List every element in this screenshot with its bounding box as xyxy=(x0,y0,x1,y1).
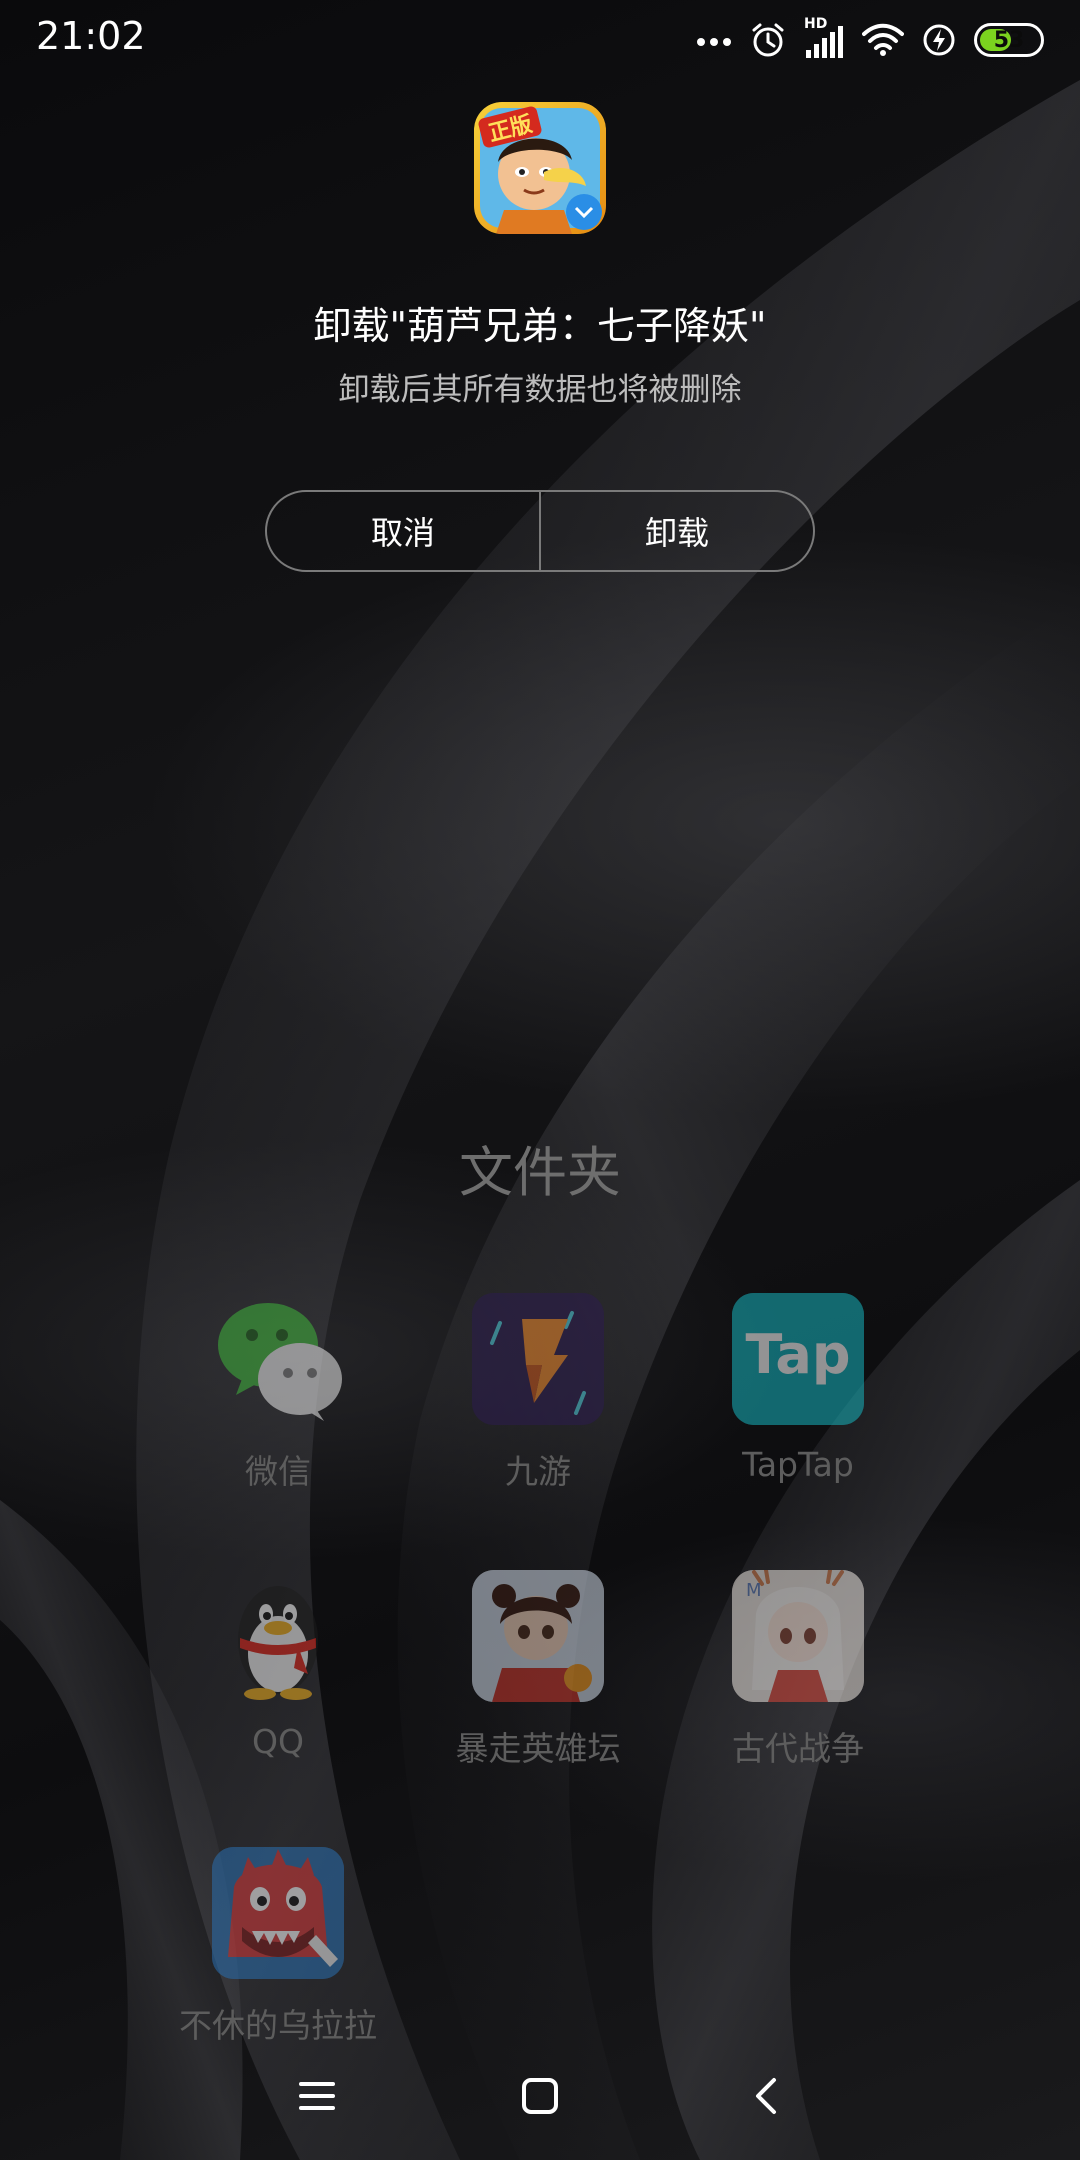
app-wechat[interactable]: 微信 xyxy=(163,1293,393,1493)
app-ancient-war[interactable]: M 古代战争 xyxy=(683,1570,913,1770)
wulala-game-icon xyxy=(212,1847,344,1979)
taptap-icon-text: Tap xyxy=(746,1323,851,1386)
baozou-game-icon xyxy=(472,1570,604,1702)
svg-text:M: M xyxy=(746,1580,762,1601)
cell-signal: HD xyxy=(804,16,844,60)
charging-icon xyxy=(923,24,955,56)
status-icons: HD 53 xyxy=(696,16,1044,62)
menu-icon[interactable] xyxy=(293,2072,341,2120)
cell-signal-icon xyxy=(806,26,843,58)
app-label: 暴走英雄坛 xyxy=(455,1729,621,1768)
app-label: 九游 xyxy=(505,1452,571,1491)
app-qq[interactable]: QQ xyxy=(163,1570,393,1761)
taptap-icon: Tap xyxy=(732,1293,864,1425)
dialog-button-group: 取消 卸载 xyxy=(265,490,815,572)
uninstall-button[interactable]: 卸载 xyxy=(541,492,813,570)
app-label: 微信 xyxy=(245,1452,311,1491)
app-label: QQ xyxy=(252,1722,304,1761)
status-bar: 21:02 HD 53 xyxy=(0,0,1080,80)
jiuyou-icon xyxy=(472,1293,604,1425)
wechat-icon xyxy=(212,1293,344,1425)
battery-level: 53 xyxy=(993,28,1025,53)
navigation-bar xyxy=(0,2050,1080,2140)
dialog-title: 卸载"葫芦兄弟：七子降妖" xyxy=(313,304,767,348)
back-icon[interactable] xyxy=(744,2072,792,2120)
dialog-subtitle: 卸载后其所有数据也将被删除 xyxy=(338,372,742,408)
status-time: 21:02 xyxy=(36,14,146,58)
cancel-button[interactable]: 取消 xyxy=(267,492,539,570)
app-jiuyou[interactable]: 九游 xyxy=(423,1293,653,1493)
app-wulala[interactable]: 不休的乌拉拉 xyxy=(163,1847,393,2047)
wifi-icon xyxy=(862,23,904,56)
app-label: 古代战争 xyxy=(732,1729,864,1768)
screen: 21:02 HD 53 正版 卸载"葫芦兄弟：七子降妖" 卸载后其所有数据也将被… xyxy=(0,0,1080,2160)
app-label: TapTap xyxy=(742,1445,854,1484)
ancient-war-game-icon: M xyxy=(732,1570,864,1702)
huluxiongdi-app-icon: 正版 xyxy=(474,102,606,234)
huluxiongdi-icon: 正版 xyxy=(474,102,606,234)
alarm-icon xyxy=(752,23,784,57)
battery-icon: 53 xyxy=(974,23,1044,57)
app-taptap[interactable]: Tap TapTap xyxy=(683,1293,913,1484)
folder-title: 文件夹 xyxy=(459,1141,621,1204)
home-icon[interactable] xyxy=(516,2072,564,2120)
app-label: 不休的乌拉拉 xyxy=(179,2006,377,2045)
app-baozou[interactable]: 暴走英雄坛 xyxy=(423,1570,653,1770)
more-dots-icon xyxy=(697,38,731,46)
qq-penguin-icon xyxy=(212,1570,344,1702)
